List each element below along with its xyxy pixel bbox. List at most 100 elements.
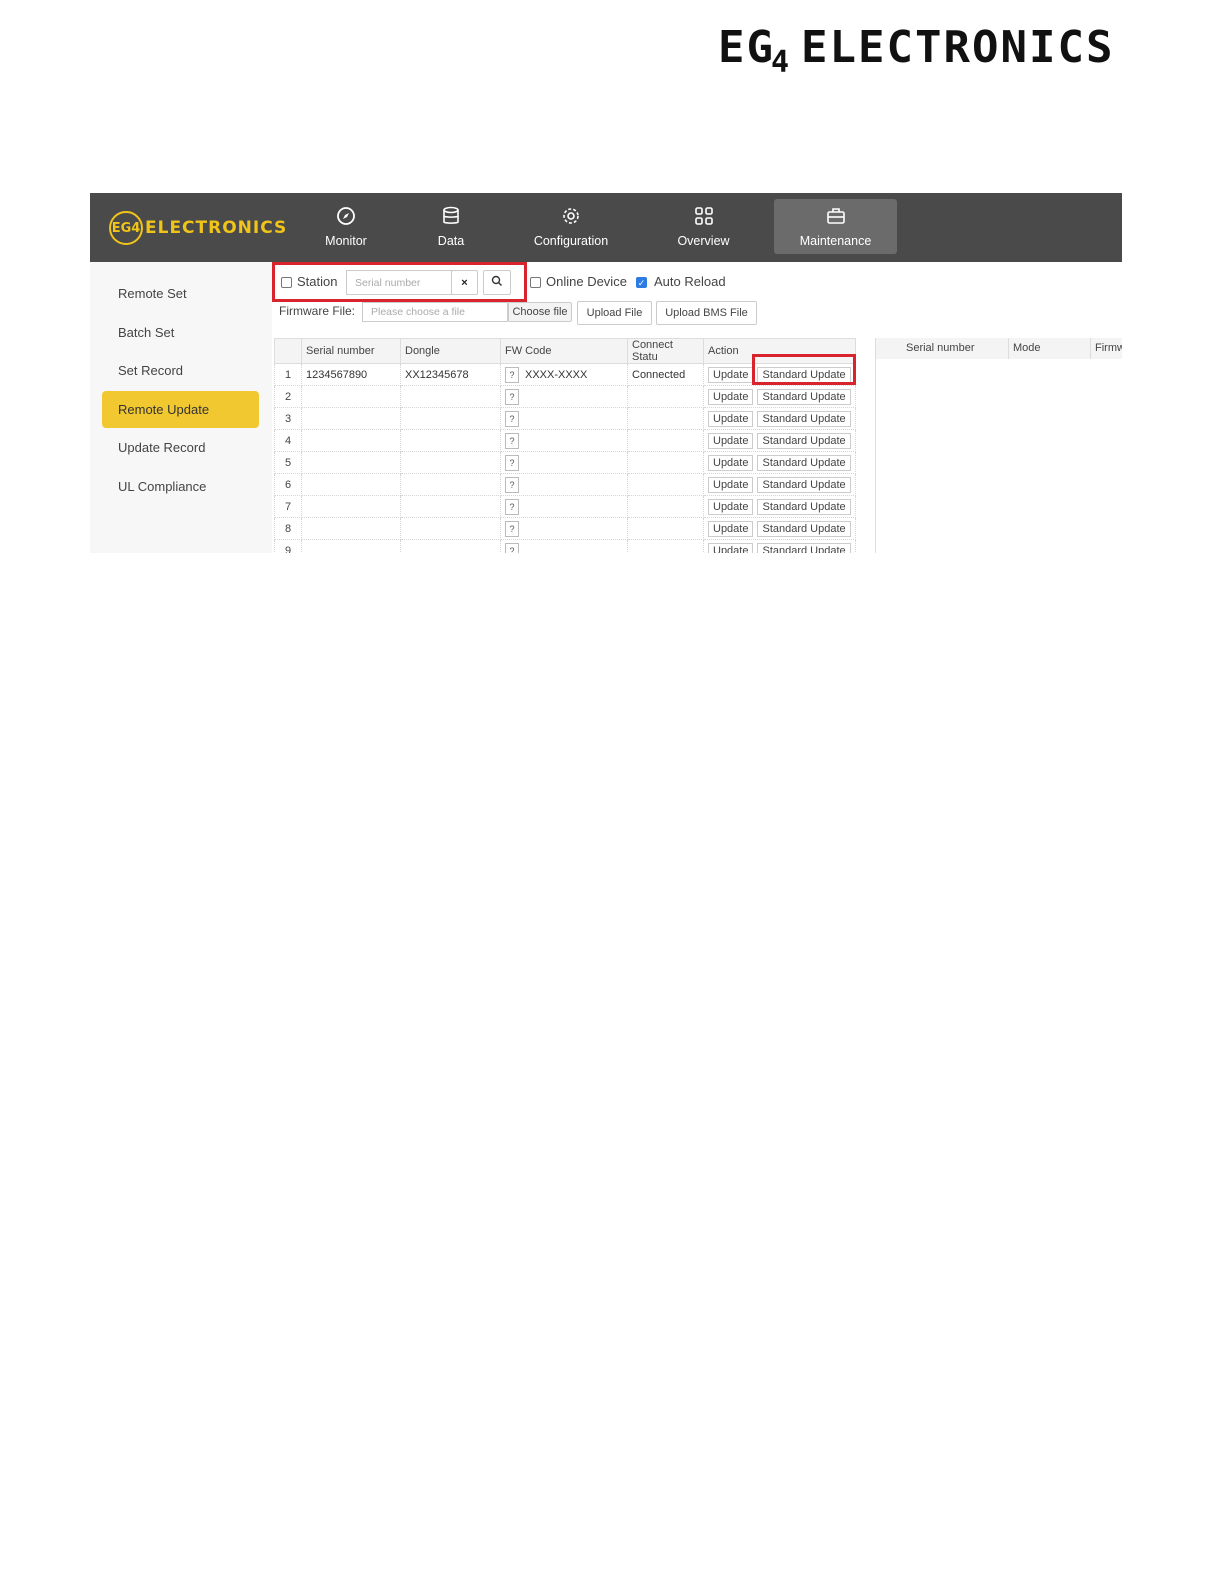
connect-status-cell: Connected <box>627 363 704 386</box>
connect-status-cell <box>627 407 704 430</box>
fw-query-button[interactable]: ? <box>505 520 519 537</box>
standard-update-button[interactable]: Standard Update <box>757 476 851 493</box>
nav-maintenance[interactable]: Maintenance <box>774 199 897 254</box>
row-number: 1 <box>274 363 302 386</box>
online-device-checkbox[interactable] <box>530 277 541 288</box>
connect-status-cell <box>627 451 704 474</box>
nav-label: Data <box>437 233 465 248</box>
brand-circle: EG4 <box>109 211 143 245</box>
dongle-cell <box>400 539 501 553</box>
sidebar-item-batch-set[interactable]: Batch Set <box>102 314 259 351</box>
nav-label: Configuration <box>533 233 609 248</box>
action-cell: Update Standard Update <box>703 473 856 496</box>
nav-configuration[interactable]: Configuration <box>526 199 616 254</box>
standard-update-button[interactable]: Standard Update <box>757 454 851 471</box>
fw-query-button[interactable]: ? <box>505 476 519 493</box>
firmware-file-input[interactable]: Please choose a file <box>362 302 508 322</box>
update-button[interactable]: Update <box>708 520 754 537</box>
connect-status-cell <box>627 495 704 518</box>
upload-file-button[interactable]: Upload File <box>577 301 652 325</box>
action-cell: Update Standard Update <box>703 429 856 452</box>
action-cell: Update Standard Update <box>703 495 856 518</box>
upload-bms-file-button[interactable]: Upload BMS File <box>656 301 757 325</box>
fw-code-cell: ? XXXX-XXXX <box>500 363 628 386</box>
fw-query-button[interactable]: ? <box>505 366 519 383</box>
dongle-cell: XX12345678 <box>400 363 501 386</box>
update-button[interactable]: Update <box>708 498 754 515</box>
table-row[interactable]: 4? Update Standard Update <box>274 429 856 452</box>
fw-query-button[interactable]: ? <box>505 498 519 515</box>
update-button[interactable]: Update <box>708 432 754 449</box>
update-button[interactable]: Update <box>708 454 754 471</box>
sidebar-item-ul-compliance[interactable]: UL Compliance <box>102 468 259 505</box>
serial-search-input[interactable]: Serial number <box>346 270 452 295</box>
standard-update-button[interactable]: Standard Update <box>757 410 851 427</box>
table-row[interactable]: 6? Update Standard Update <box>274 473 856 496</box>
fw-code-cell: ? <box>500 407 628 430</box>
serial-number-cell: 1234567890 <box>301 363 401 386</box>
search-button[interactable] <box>483 270 511 295</box>
station-checkbox[interactable] <box>281 277 292 288</box>
update-button[interactable]: Update <box>708 388 754 405</box>
row-number: 7 <box>274 495 302 518</box>
standard-update-button[interactable]: Standard Update <box>757 432 851 449</box>
standard-update-button[interactable]: Standard Update <box>757 498 851 515</box>
nav-label: Monitor <box>325 233 367 248</box>
table-row[interactable]: 2? Update Standard Update <box>274 385 856 408</box>
serial-number-header: Serial number <box>301 338 401 364</box>
action-cell: Update Standard Update <box>703 385 856 408</box>
row-number: 6 <box>274 473 302 496</box>
fw-query-button[interactable]: ? <box>505 542 519 553</box>
sidebar-item-remote-set[interactable]: Remote Set <box>102 275 259 312</box>
fw-code-header: FW Code <box>500 338 628 364</box>
serial-number-cell <box>301 407 401 430</box>
sidebar-item-set-record[interactable]: Set Record <box>102 352 259 389</box>
standard-update-button[interactable]: Standard Update <box>757 542 851 553</box>
action-cell: Update Standard Update <box>703 407 856 430</box>
serial-placeholder: Serial number <box>355 276 421 289</box>
table-row[interactable]: 7? Update Standard Update <box>274 495 856 518</box>
dongle-cell <box>400 451 501 474</box>
table-row[interactable]: 8? Update Standard Update <box>274 517 856 540</box>
table-row[interactable]: 9? Update Standard Update <box>274 539 856 553</box>
fw-query-button[interactable]: ? <box>505 432 519 449</box>
update-button[interactable]: Update <box>708 410 754 427</box>
fw-query-button[interactable]: ? <box>505 454 519 471</box>
firmware-file-label: Firmware File: <box>279 304 356 318</box>
database-icon <box>441 206 461 230</box>
standard-update-button[interactable]: Standard Update <box>757 520 851 537</box>
sidebar-item-remote-update[interactable]: Remote Update <box>102 391 259 428</box>
right-firmware-header: Firmw <box>1090 338 1122 359</box>
gear-icon <box>561 206 581 230</box>
standard-update-button[interactable]: Standard Update <box>757 388 851 405</box>
connect-status-cell <box>627 539 704 553</box>
fw-code-cell: ? <box>500 385 628 408</box>
connect-status-cell <box>627 385 704 408</box>
choose-file-button[interactable]: Choose file <box>508 302 572 322</box>
serial-number-cell <box>301 517 401 540</box>
fw-code-cell: ? <box>500 429 628 452</box>
update-button[interactable]: Update <box>708 476 754 493</box>
fw-query-button[interactable]: ? <box>505 410 519 427</box>
fw-code-cell: ? <box>500 495 628 518</box>
fw-code-value: XXXX-XXXX <box>525 368 588 381</box>
nav-monitor[interactable]: Monitor <box>311 199 381 254</box>
clear-button[interactable]: × <box>451 270 478 295</box>
table-row[interactable]: 5? Update Standard Update <box>274 451 856 474</box>
auto-reload-checkbox[interactable]: ✓ <box>636 277 647 288</box>
fw-query-button[interactable]: ? <box>505 388 519 405</box>
brand-logo[interactable]: EG4 ELECTRONICS <box>109 209 287 247</box>
right-mode-header: Mode <box>1008 338 1041 359</box>
dongle-cell <box>400 495 501 518</box>
table-row[interactable]: 3? Update Standard Update <box>274 407 856 430</box>
action-cell: Update Standard Update <box>703 451 856 474</box>
sidebar-item-update-record[interactable]: Update Record <box>102 429 259 466</box>
nav-label: Maintenance <box>799 233 872 248</box>
update-button[interactable]: Update <box>708 366 754 383</box>
dongle-cell <box>400 385 501 408</box>
nav-overview[interactable]: Overview <box>671 199 736 254</box>
update-button[interactable]: Update <box>708 542 754 553</box>
right-table-header: Serial number Mode Firmw <box>876 338 1122 359</box>
nav-data[interactable]: Data <box>426 199 476 254</box>
serial-number-cell <box>301 429 401 452</box>
